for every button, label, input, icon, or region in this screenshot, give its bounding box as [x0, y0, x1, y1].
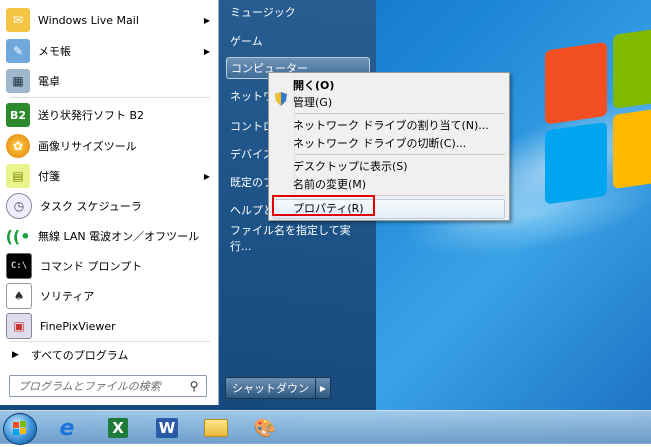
program-label: Windows Live Mail [38, 13, 139, 27]
sticky-notes-icon: ▤ [6, 164, 30, 188]
word-glyph: W [155, 418, 179, 438]
excel-glyph: X [108, 418, 128, 438]
program-b2[interactable]: B2 送り状発行ソフト B2 [0, 100, 218, 130]
program-notepad[interactable]: ✎ メモ帳 ▶ [0, 36, 218, 66]
program-image-resize[interactable]: ✿ 画像リサイズツール [0, 131, 218, 161]
word-icon[interactable]: W [150, 414, 184, 442]
menu-item-open[interactable]: 開く(O) [293, 76, 334, 94]
explorer-icon[interactable] [199, 414, 233, 442]
place-music[interactable]: ミュージック [226, 1, 370, 23]
chevron-right-icon: ▶ [12, 350, 19, 360]
wireless-icon: ((• [5, 226, 31, 246]
program-label: タスク スケジューラ [40, 200, 142, 213]
program-task-scheduler[interactable]: ◷ タスク スケジューラ [0, 191, 218, 221]
notepad-icon: ✎ [6, 39, 30, 63]
shutdown-group: シャットダウン ▶ [225, 377, 331, 399]
program-wireless-tool[interactable]: ((• 無線 LAN 電波オン／オフツール [0, 221, 218, 251]
program-command-prompt[interactable]: C:\ コマンド プロンプト [0, 251, 218, 281]
start-button[interactable] [3, 413, 37, 445]
menu-item-disconnect-network-drive[interactable]: ネットワーク ドライブの切断(C)... [293, 134, 466, 152]
resize-icon: ✿ [6, 134, 30, 158]
mail-icon: ✉ [6, 8, 30, 32]
program-finepixviewer[interactable]: ▣ FinePixViewer [0, 311, 218, 341]
menu-item-map-network-drive[interactable]: ネットワーク ドライブの割り当て(N)... [293, 116, 489, 134]
program-label: 電卓 [38, 75, 60, 88]
all-programs-button[interactable]: ▶ すべてのプログラム [0, 343, 218, 367]
shutdown-button[interactable]: シャットダウン [225, 377, 316, 399]
program-label: 無線 LAN 電波オン／オフツール [38, 230, 200, 243]
search-input[interactable]: プログラムとファイルの検索 ⚲ [9, 375, 207, 397]
submenu-arrow-icon: ▶ [203, 171, 210, 181]
menu-item-manage[interactable]: 管理(G) [293, 93, 332, 111]
annotation-highlight-box [272, 195, 375, 216]
windows-logo-icon [545, 26, 651, 240]
excel-icon[interactable]: X [101, 414, 135, 442]
clock-icon: ◷ [6, 193, 32, 219]
internet-explorer-icon[interactable]: e [50, 414, 84, 442]
paint-icon[interactable]: 🎨 [248, 414, 282, 442]
solitaire-icon: ♠ [6, 283, 32, 309]
program-calculator[interactable]: ▦ 電卓 [0, 66, 218, 96]
search-placeholder: プログラムとファイルの検索 [18, 380, 161, 393]
program-label: 送り状発行ソフト B2 [38, 109, 145, 122]
search-icon[interactable]: ⚲ [186, 378, 202, 394]
place-run[interactable]: ファイル名を指定して実行... [226, 224, 370, 253]
calculator-icon: ▦ [6, 69, 30, 93]
finepix-icon: ▣ [6, 313, 32, 339]
menu-item-rename[interactable]: 名前の変更(M) [293, 175, 366, 193]
place-games[interactable]: ゲーム [226, 30, 370, 52]
shield-icon [273, 91, 289, 107]
program-label: メモ帳 [38, 45, 71, 58]
program-label: コマンド プロンプト [40, 260, 143, 273]
shutdown-options-arrow-icon[interactable]: ▶ [316, 377, 331, 399]
program-windows-live-mail[interactable]: ✉ Windows Live Mail ▶ [0, 5, 218, 35]
menu-separator [295, 154, 505, 155]
divider [10, 341, 210, 342]
submenu-arrow-icon: ▶ [203, 15, 210, 25]
program-label: 画像リサイズツール [38, 140, 137, 153]
program-sticky-notes[interactable]: ▤ 付箋 ▶ [0, 161, 218, 191]
taskbar: e X W 🎨 [0, 410, 651, 445]
programs-pane: ✉ Windows Live Mail ▶ ✎ メモ帳 ▶ ▦ 電卓 B2 送り… [0, 0, 219, 405]
program-label: ソリティア [40, 290, 95, 303]
menu-separator [295, 113, 505, 114]
program-solitaire[interactable]: ♠ ソリティア [0, 281, 218, 311]
menu-item-show-on-desktop[interactable]: デスクトップに表示(S) [293, 157, 408, 175]
program-label: FinePixViewer [40, 319, 116, 333]
all-programs-label: すべてのプログラム [30, 349, 129, 362]
b2-icon: B2 [6, 103, 30, 127]
submenu-arrow-icon: ▶ [203, 46, 210, 56]
cmd-icon: C:\ [6, 253, 32, 279]
windows-flag-icon [13, 421, 26, 435]
divider [10, 97, 210, 98]
program-label: 付箋 [38, 170, 60, 183]
